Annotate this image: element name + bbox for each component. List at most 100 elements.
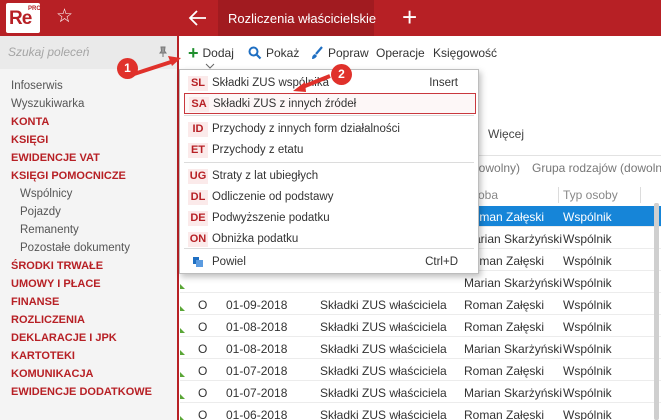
table-row[interactable]: O 01-07-2018 Składki ZUS właściciela Marian… (180, 382, 661, 403)
menu-item[interactable]: DE Podwyższenie podatku (184, 208, 476, 229)
menu-item-code: UG (188, 169, 208, 184)
column-header-type[interactable]: Typ osoby (563, 188, 618, 202)
logo-sub: PRO (28, 6, 42, 12)
show-label: Pokaż (266, 46, 300, 60)
cell-type: Wspólnik (563, 276, 612, 290)
table-row[interactable]: O 01-06-2018 Składki ZUS właściciela Roman … (180, 404, 661, 420)
add-button[interactable]: + Dodaj (188, 44, 234, 62)
favorite-star-icon[interactable]: ☆ (56, 6, 73, 28)
cell-date: 01-08-2018 (226, 342, 288, 356)
cell-type: Wspólnik (563, 320, 612, 334)
show-button[interactable]: Pokaż (248, 45, 299, 61)
row-marker-icon (180, 350, 185, 355)
menu-item-code: SA (189, 97, 209, 112)
menu-item-label: Podwyższenie podatku (212, 212, 330, 224)
accounting-menu[interactable]: Księgowość (433, 45, 497, 61)
menu-item[interactable]: SL Składki ZUS wspólnika Insert (184, 73, 476, 94)
sidebar-item[interactable]: ŚRODKI TRWAŁE (0, 257, 177, 275)
vertical-scrollbar[interactable] (654, 203, 659, 420)
cell-date: 01-09-2018 (226, 298, 288, 312)
menu-item-code: ON (188, 232, 208, 247)
menu-item-code: ET (188, 143, 208, 158)
filter-group[interactable]: Grupa rodzajów (dowolny) (532, 161, 661, 175)
menu-item-code: SL (188, 76, 208, 91)
accounting-label: Księgowość (433, 46, 498, 60)
cell-person: Roman Załęski (464, 408, 545, 420)
menu-item-label: Składki ZUS wspólnika (212, 77, 329, 89)
menu-item-label: Przychody z innych form działalności (212, 123, 400, 135)
sidebar-item[interactable]: KONTA (0, 113, 177, 131)
sidebar-item[interactable]: Pozostałe dokumenty (0, 239, 177, 257)
table-row[interactable]: O 01-08-2018 Składki ZUS właściciela Marian… (180, 338, 661, 359)
cell-desc: Składki ZUS właściciela (320, 408, 447, 420)
sidebar-item[interactable]: UMOWY I PŁACE (0, 275, 177, 293)
tab-rozliczenia[interactable]: Rozliczenia właścicielskie (218, 0, 376, 36)
cell-status: O (198, 298, 208, 312)
add-dropdown-menu: SL Składki ZUS wspólnika Insert SA Składki Z… (179, 69, 479, 274)
table-row[interactable]: O 01-09-2018 Składki ZUS właściciela Roman … (180, 294, 661, 315)
callout-badge-1: 1 (117, 58, 138, 79)
menu-item[interactable]: DL Odliczenie od podstawy (184, 187, 476, 208)
app-logo[interactable]: Re PRO (6, 3, 42, 33)
column-header-person[interactable]: oba (478, 188, 498, 202)
filter-type[interactable]: dowolny) (472, 161, 520, 175)
sidebar-item[interactable]: KOMUNIKACJA (0, 365, 177, 383)
sidebar-item[interactable]: ROZLICZENIA (0, 311, 177, 329)
menu-item[interactable]: ET Przychody z etatu (184, 140, 476, 161)
sidebar: InfoserwisWyszukiwarkaKONTAKSIĘGIEWIDENC… (0, 36, 177, 420)
sidebar-item[interactable]: DEKLARACJE I JPK (0, 329, 177, 347)
cell-status: O (198, 408, 208, 420)
cell-date: 01-07-2018 (226, 364, 288, 378)
new-tab-plus-icon[interactable]: + (402, 4, 417, 30)
cell-type: Wspólnik (563, 386, 612, 400)
operations-menu[interactable]: Operacje (376, 45, 425, 61)
sidebar-item[interactable]: KSIĘGI POMOCNICZE (0, 167, 177, 185)
sidebar-item[interactable]: KSIĘGI (0, 131, 177, 149)
sidebar-item[interactable]: Pojazdy (0, 203, 177, 221)
menu-item-label: Składki ZUS z innych źródeł (213, 98, 357, 110)
sidebar-item[interactable]: Wyszukiwarka (0, 95, 177, 113)
operations-label: Operacje (376, 46, 425, 60)
search-input[interactable] (8, 45, 148, 59)
menu-item[interactable]: ID Przychody z innych form działalności (184, 119, 476, 140)
menu-separator (184, 162, 474, 163)
cell-status: O (198, 386, 208, 400)
menu-item[interactable]: SA Składki ZUS z innych źródeł (184, 93, 476, 114)
table-row[interactable]: O 01-07-2018 Składki ZUS właściciela Roman … (180, 360, 661, 381)
menu-item-shortcut: Insert (429, 77, 458, 89)
sidebar-item[interactable]: Infoserwis (0, 77, 177, 95)
row-marker-icon (180, 372, 185, 377)
column-separator[interactable] (558, 187, 559, 203)
row-marker-icon (180, 328, 185, 333)
menu-item[interactable]: Powiel Ctrl+D (184, 252, 476, 273)
sidebar-item[interactable]: FINANSE (0, 293, 177, 311)
duplicate-icon (193, 257, 203, 267)
sidebar-item[interactable]: Remanenty (0, 221, 177, 239)
menu-item-label: Obniżka podatku (212, 233, 299, 245)
menu-item-code: ID (188, 122, 208, 137)
table-row[interactable]: O 01-08-2018 Składki ZUS właściciela Roman … (180, 316, 661, 337)
more-button[interactable]: Więcej (488, 127, 524, 141)
sidebar-item[interactable]: EWIDENCJE DODATKOWE (0, 383, 177, 401)
cell-type: Wspólnik (563, 254, 612, 268)
sidebar-item[interactable]: Wspólnicy (0, 185, 177, 203)
cell-desc: Składki ZUS właściciela (320, 320, 447, 334)
sidebar-item[interactable]: EWIDENCJE VAT (0, 149, 177, 167)
column-separator[interactable] (640, 187, 641, 203)
menu-item[interactable]: UG Straty z lat ubiegłych (184, 166, 476, 187)
edit-button[interactable]: Popraw (310, 45, 369, 61)
cell-desc: Składki ZUS właściciela (320, 364, 447, 378)
menu-item[interactable]: ON Obniżka podatku (184, 229, 476, 250)
sidebar-item[interactable]: KARTOTEKI (0, 347, 177, 365)
table-row[interactable]: Marian Skarżyński Wspólnik (180, 272, 661, 293)
back-arrow-icon[interactable] (186, 6, 210, 30)
cell-status: O (198, 342, 208, 356)
menu-item-code: DL (188, 190, 208, 205)
cell-desc: Składki ZUS właściciela (320, 298, 447, 312)
add-label: Dodaj (202, 46, 234, 60)
cell-date: 01-08-2018 (226, 320, 288, 334)
chevron-down-icon[interactable] (205, 63, 215, 69)
pin-icon[interactable] (157, 46, 169, 58)
cell-status: O (198, 320, 208, 334)
cell-type: Wspólnik (563, 298, 612, 312)
